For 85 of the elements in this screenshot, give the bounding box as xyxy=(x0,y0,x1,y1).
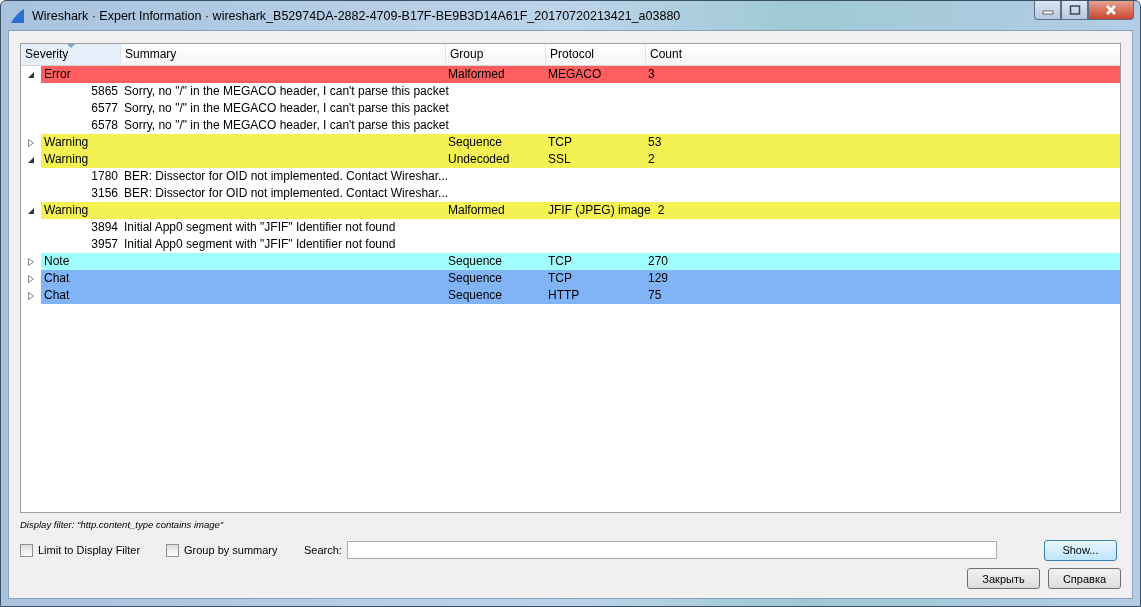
window-title: Wireshark · Expert Information · wireshark_B52974DA-2882-4709-B17F-BE9B3D14A61F_20170720213421_a03880 xyxy=(32,8,682,23)
checkbox-label[interactable]: Limit to Display Filter xyxy=(38,544,141,556)
packet-number: 3894 xyxy=(90,219,118,236)
severity-row[interactable]: Chat Sequence TCP 129 xyxy=(41,270,1120,287)
protocol-label: TCP xyxy=(547,134,573,151)
column-header[interactable]: Severity xyxy=(21,44,121,65)
packet-row[interactable]: 3894 Initial App0 segment with "JFIF" Identifier not found xyxy=(21,219,1120,236)
severity-label: Warning xyxy=(43,202,90,219)
protocol-label: SSL xyxy=(547,151,572,168)
packet-summary: Initial App0 segment with "JFIF" Identifier not found xyxy=(123,236,396,253)
severity-label: Chat xyxy=(43,270,71,287)
dialog-button[interactable]: Show... xyxy=(1043,539,1117,561)
count-label: 2 xyxy=(647,151,655,168)
packet-summary: Initial App0 segment with "JFIF" Identifier not found xyxy=(123,219,396,236)
severity-label: Warning xyxy=(43,151,90,168)
maximize-icon xyxy=(1068,5,1081,15)
collapsed-arrow-icon[interactable] xyxy=(27,291,35,300)
checkbox[interactable] xyxy=(166,543,179,557)
group-label: Malformed xyxy=(447,66,506,83)
count-label: 129 xyxy=(647,270,669,287)
packet-row[interactable]: 6577 Sorry, no "/" in the MEGACO header, I can't parse this packet xyxy=(21,100,1120,117)
count-label: 2 xyxy=(656,202,665,219)
group-label: Sequence xyxy=(447,287,504,304)
packet-row[interactable]: 6578 Sorry, no "/" in the MEGACO header, I can't parse this packet xyxy=(21,117,1120,134)
expanded-arrow-icon[interactable] xyxy=(27,155,35,164)
packet-summary: Sorry, no "/" in the MEGACO header, I can't parse this packet xyxy=(123,83,449,100)
column-header[interactable]: Count xyxy=(646,44,1120,65)
group-label: Sequence xyxy=(447,134,504,151)
count-label: 270 xyxy=(647,253,669,270)
count-label: 75 xyxy=(647,287,662,304)
severity-row[interactable]: Warning Malformed JFIF (JPEG) image 2 xyxy=(41,202,1120,219)
count-label: 53 xyxy=(647,134,662,151)
severity-row[interactable]: Warning Sequence TCP 53 xyxy=(41,134,1120,151)
shark-fin-icon xyxy=(10,7,26,24)
collapsed-arrow-icon[interactable] xyxy=(27,138,35,147)
packet-number: 6578 xyxy=(90,117,118,134)
checkbox[interactable] xyxy=(20,543,33,557)
protocol-label: TCP xyxy=(547,253,573,270)
search-label: Search: xyxy=(304,544,342,556)
protocol-label: MEGACO xyxy=(547,66,603,83)
column-header[interactable]: Protocol xyxy=(546,44,646,65)
column-header[interactable]: Group xyxy=(446,44,546,65)
protocol-label: JFIF (JPEG) image xyxy=(547,202,652,219)
packet-number: 1780 xyxy=(90,168,118,185)
display-filter-text: Display filter: "http.content_type contains image" xyxy=(20,518,225,531)
severity-row[interactable]: Chat Sequence HTTP 75 xyxy=(41,287,1120,304)
group-label: Sequence xyxy=(447,270,504,287)
expanded-arrow-icon[interactable] xyxy=(27,70,35,79)
collapsed-arrow-icon[interactable] xyxy=(27,274,35,283)
maximize-button[interactable] xyxy=(1061,1,1088,20)
packet-summary: BER: Dissector for OID not implemented. Contact Wireshar... xyxy=(123,168,449,185)
packet-row[interactable]: 3957 Initial App0 segment with "JFIF" Identifier not found xyxy=(21,236,1120,253)
minimize-button[interactable] xyxy=(1034,1,1061,20)
count-label: 3 xyxy=(647,66,655,83)
packet-number: 3957 xyxy=(90,236,118,253)
packet-number: 3156 xyxy=(90,185,118,202)
packet-row[interactable]: 1780 BER: Dissector for OID not implemented. Contact Wireshar... xyxy=(21,168,1120,185)
packet-number: 6577 xyxy=(90,100,118,117)
severity-row[interactable]: Warning Undecoded SSL 2 xyxy=(41,151,1120,168)
packet-row[interactable]: 5865 Sorry, no "/" in the MEGACO header, I can't parse this packet xyxy=(21,83,1120,100)
group-label: Sequence xyxy=(447,253,504,270)
packet-summary: Sorry, no "/" in the MEGACO header, I can't parse this packet xyxy=(123,100,449,117)
severity-label: Chat xyxy=(43,287,71,304)
severity-label: Note xyxy=(43,253,71,270)
severity-label: Error xyxy=(43,66,72,83)
close-icon xyxy=(1105,5,1117,15)
checkbox-label[interactable]: Group by summary xyxy=(184,544,278,556)
protocol-label: HTTP xyxy=(547,287,581,304)
dialog-button[interactable]: Закрыть xyxy=(967,568,1040,589)
severity-row[interactable]: Note Sequence TCP 270 xyxy=(41,253,1120,270)
packet-row[interactable]: 3156 BER: Dissector for OID not implemented. Contact Wireshar... xyxy=(21,185,1120,202)
collapsed-arrow-icon[interactable] xyxy=(27,257,35,266)
group-label: Malformed xyxy=(447,202,506,219)
dialog-button[interactable]: Справка xyxy=(1048,568,1121,589)
packet-summary: BER: Dissector for OID not implemented. Contact Wireshar... xyxy=(123,185,449,202)
expanded-arrow-icon[interactable] xyxy=(27,206,35,215)
packet-summary: Sorry, no "/" in the MEGACO header, I can't parse this packet xyxy=(123,117,449,134)
protocol-label: TCP xyxy=(547,270,573,287)
severity-label: Warning xyxy=(43,134,90,151)
packet-number: 5865 xyxy=(90,83,118,100)
group-label: Undecoded xyxy=(447,151,511,168)
severity-row[interactable]: Error Malformed MEGACO 3 xyxy=(41,66,1120,83)
close-button[interactable] xyxy=(1088,1,1134,20)
search-field[interactable] xyxy=(346,541,997,559)
column-header[interactable]: Summary xyxy=(121,44,446,65)
